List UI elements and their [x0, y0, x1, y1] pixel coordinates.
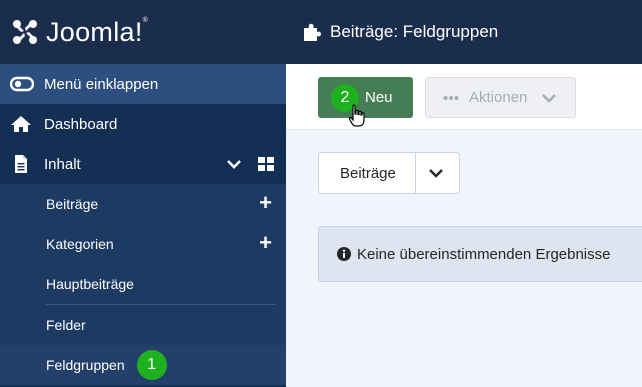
content-label: Inhalt [44, 155, 81, 173]
chevron-down-icon[interactable] [226, 158, 242, 170]
sub-item-label: Hauptbeiträge [46, 276, 134, 292]
sub-item-label: Beiträge [46, 196, 99, 212]
toolbar: 2 Neu Aktionen [286, 64, 642, 130]
file-icon [15, 155, 27, 173]
no-results-alert: Keine übereinstimmenden Ergebnisse [318, 226, 642, 282]
puzzle-icon [304, 23, 321, 41]
sidebar-item-dashboard[interactable]: Dashboard [0, 104, 286, 144]
select-value: Beiträge [340, 164, 396, 182]
content-submenu: Beiträge + Kategorien + Hauptbeiträge Fe… [0, 184, 286, 385]
chevron-down-icon [542, 93, 557, 103]
sub-item-label: Feldgruppen [46, 357, 125, 373]
sidebar-item-content[interactable]: Inhalt [0, 144, 286, 184]
page-title: Beiträge: Feldgruppen [330, 22, 499, 41]
sub-item-label: Felder [46, 317, 86, 333]
actions-label: Aktionen [469, 89, 528, 106]
plus-icon[interactable]: + [259, 232, 272, 254]
info-icon [337, 247, 351, 261]
sidebar-item-field-groups[interactable]: Feldgruppen 1 [0, 345, 286, 385]
context-filter-select[interactable]: Beiträge [318, 152, 460, 194]
plus-icon[interactable]: + [259, 192, 272, 214]
joomla-logo-icon [13, 20, 37, 44]
ellipsis-icon [443, 95, 459, 100]
actions-dropdown[interactable]: Aktionen [425, 77, 576, 118]
grid-icon[interactable] [258, 157, 274, 171]
new-button-label: Neu [365, 89, 393, 106]
home-icon [11, 116, 31, 132]
sidebar-item-articles[interactable]: Beiträge + [0, 184, 286, 224]
dashboard-label: Dashboard [44, 115, 118, 133]
page-header: Beiträge: Feldgruppen [286, 0, 642, 64]
step-badge: 1 [136, 350, 167, 380]
chevron-down-icon [429, 169, 443, 178]
alert-message: Keine übereinstimmenden Ergebnisse [357, 245, 611, 263]
divider [415, 153, 416, 193]
sidebar-item-featured[interactable]: Hauptbeiträge [0, 264, 286, 304]
sidebar-item-categories[interactable]: Kategorien + [0, 224, 286, 264]
sub-item-label: Kategorien [46, 236, 114, 252]
collapse-label: Menü einklappen [44, 75, 159, 93]
brand-name: Joomla!® [46, 16, 149, 47]
toggle-icon [10, 76, 34, 92]
sidebar: Joomla!® Menü einklappen Dashboard Inhal… [0, 0, 286, 387]
brand-logo[interactable]: Joomla!® [0, 0, 286, 64]
sidebar-item-fields[interactable]: Felder [0, 305, 286, 345]
menu-collapse-toggle[interactable]: Menü einklappen [0, 64, 286, 104]
hand-cursor-icon [348, 104, 365, 127]
